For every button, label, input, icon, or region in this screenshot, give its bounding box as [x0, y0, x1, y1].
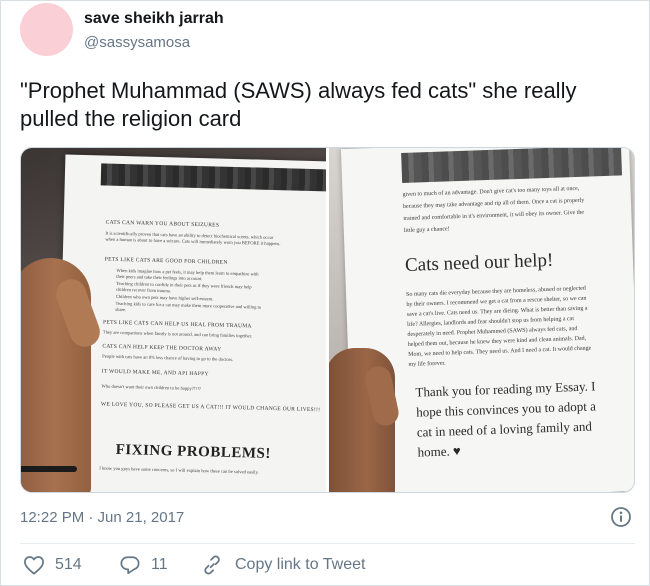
- tweet-timestamp[interactable]: 12:22 PM · Jun 21, 2017: [20, 509, 184, 526]
- photo-right[interactable]: given to much of an advantage. Don't giv…: [328, 148, 634, 492]
- redacted-bar: [401, 148, 623, 184]
- user-handle[interactable]: @sassysamosa: [84, 34, 190, 51]
- essay-text: I know you guys have some concerns, so I…: [99, 465, 259, 475]
- essay-text: little guy a chance!: [403, 226, 450, 234]
- fixing-problems-title: FIXING PROBLEMS!: [115, 441, 272, 462]
- essay-heading: CATS CAN HELP KEEP THE DOCTOR AWAY: [102, 343, 222, 353]
- reply-button[interactable]: 11: [119, 555, 168, 575]
- like-count: 514: [55, 556, 82, 573]
- divider: [20, 543, 635, 544]
- display-name[interactable]: save sheikh jarrah: [84, 10, 224, 28]
- essay-text: my life forever.: [408, 360, 446, 368]
- photo-grid: CATS CAN WARN YOU ABOUT SEIZURES It is s…: [20, 147, 635, 493]
- essay-text: They are companions when family is not a…: [102, 329, 253, 339]
- bracelet: [21, 466, 77, 472]
- link-icon: [204, 555, 220, 575]
- essay-heading: IT WOULD MAKE ME, AND API HAPPY: [101, 368, 209, 378]
- copy-link-label: Copy link to Tweet: [235, 556, 366, 573]
- tweet-card: save sheikh jarrah @sassysamosa "Prophet…: [0, 0, 650, 586]
- essay-heading: CATS CAN WARN YOU ABOUT SEIZURES: [105, 219, 220, 229]
- reply-count: 11: [151, 556, 168, 573]
- photo-left[interactable]: CATS CAN WARN YOU ABOUT SEIZURES It is s…: [21, 148, 326, 492]
- essay-text: Who doesn't want their own children to b…: [101, 383, 202, 392]
- heart-icon: [24, 556, 44, 575]
- essay-heading: PETS LIKE CATS CAN HELP US HEAL FROM TRA…: [103, 319, 252, 330]
- cats-need-help-title: Cats need our help!: [404, 249, 554, 276]
- reply-icon: [120, 556, 140, 575]
- essay-text: share.: [115, 306, 127, 313]
- redacted-bar: [100, 163, 326, 192]
- thank-you-note: Thank you for reading my Essay. I hope t…: [415, 376, 598, 462]
- essay-heading: PETS LIKE CATS ARE GOOD FOR CHILDREN: [104, 256, 228, 266]
- essay-heading: WE LOVE YOU, SO PLEASE GET US A CAT!!! I…: [100, 401, 321, 414]
- tweet-text: "Prophet Muhammad (SAWS) always fed cats…: [20, 78, 577, 131]
- copy-link-button[interactable]: Copy link to Tweet: [201, 555, 365, 575]
- essay-text: People with cats have an 8% less chance …: [102, 353, 234, 362]
- essay-text: Teaching kids to care for a cat may make…: [115, 300, 262, 310]
- avatar[interactable]: [20, 3, 73, 56]
- like-button[interactable]: 514: [23, 555, 82, 575]
- info-icon[interactable]: [610, 506, 632, 528]
